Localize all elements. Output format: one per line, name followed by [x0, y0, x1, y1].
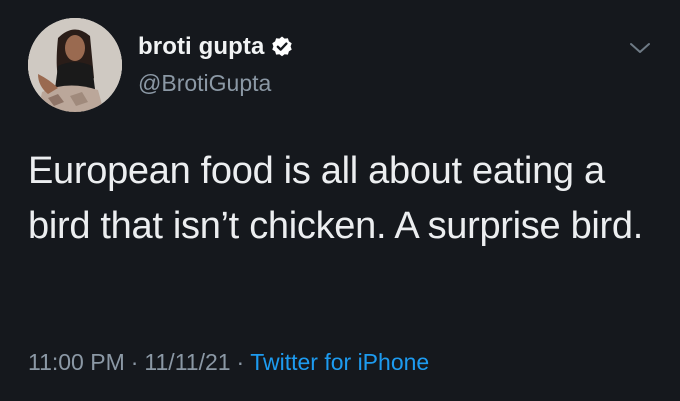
tweet-card: broti gupta @BrotiGupta European food is… — [0, 0, 680, 401]
author-display-name[interactable]: broti gupta — [138, 33, 264, 61]
tweet-text: European food is all about eating a bird… — [28, 150, 643, 247]
tweet-time[interactable]: 11:00 PM — [28, 349, 125, 375]
chevron-down-icon[interactable] — [626, 36, 654, 60]
tweet-date[interactable]: 11/11/21 — [144, 349, 230, 375]
meta-separator: · — [130, 349, 139, 375]
tweet-source-link[interactable]: Twitter for iPhone — [250, 349, 429, 375]
avatar[interactable] — [28, 18, 122, 112]
meta-separator: · — [236, 349, 245, 375]
avatar-photo — [28, 18, 122, 112]
tweet-meta: 11:00 PM · 11/11/21 · Twitter for iPhone — [28, 349, 429, 376]
author-handle[interactable]: @BrotiGupta — [138, 70, 271, 97]
author-name-row: broti gupta — [138, 31, 294, 63]
verified-badge-icon — [270, 35, 294, 59]
